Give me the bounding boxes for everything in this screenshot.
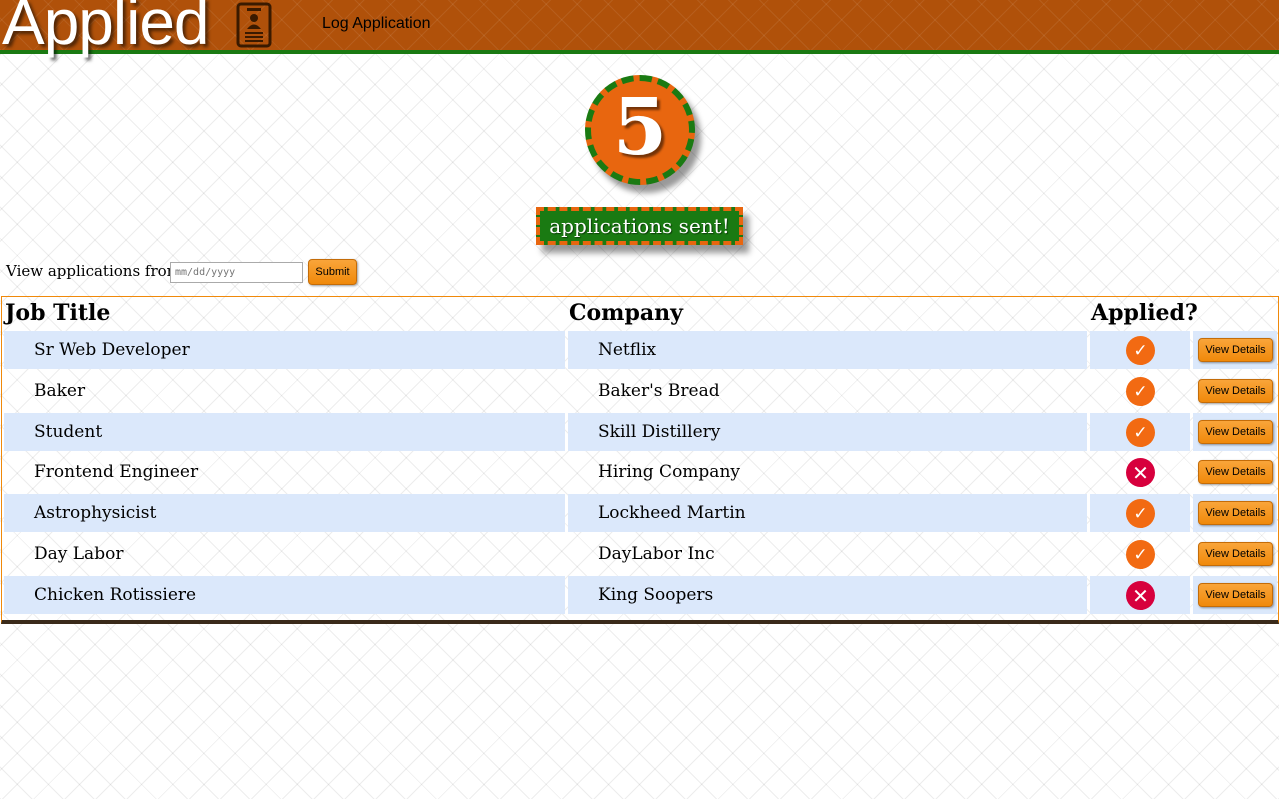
- view-details-button[interactable]: View Details: [1198, 542, 1273, 566]
- job-title-cell: Day Labor: [34, 544, 124, 564]
- filter-label: View applications from:: [6, 262, 186, 280]
- check-icon: ✓: [1126, 418, 1155, 447]
- applied-cell: ✓: [1090, 331, 1190, 369]
- company-cell: Netflix: [568, 331, 1087, 369]
- x-icon: ✕: [1126, 458, 1155, 487]
- company-cell: DayLabor Inc: [598, 544, 715, 564]
- sent-banner: applications sent!: [536, 207, 743, 245]
- company-cell: Hiring Company: [598, 462, 740, 482]
- company-cell: Baker's Bread: [598, 381, 720, 401]
- table-row: Baker Baker's Bread ✓ View Details: [2, 372, 1278, 410]
- applications-table: Job Title Company Applied? Sr Web Develo…: [1, 296, 1279, 624]
- view-details-button[interactable]: View Details: [1198, 338, 1273, 362]
- applied-cell: ✕: [1090, 453, 1190, 491]
- brand-logo[interactable]: Applied: [2, 0, 209, 54]
- action-cell: View Details: [1193, 494, 1277, 532]
- date-input[interactable]: [170, 262, 303, 283]
- table-row: Sr Web Developer Netflix ✓ View Details: [2, 331, 1278, 369]
- x-icon: ✕: [1126, 581, 1155, 610]
- table-row: Chicken Rotissiere King Soopers ✕ View Deta…: [2, 576, 1278, 614]
- applied-cell: ✓: [1090, 535, 1190, 573]
- job-title-cell: Student: [4, 413, 565, 451]
- view-details-button[interactable]: View Details: [1198, 501, 1273, 525]
- header-applied: Applied?: [1091, 300, 1198, 326]
- applied-cell: ✕: [1090, 576, 1190, 614]
- company-cell: Skill Distillery: [568, 413, 1087, 451]
- application-count: 5: [612, 82, 668, 173]
- action-cell: View Details: [1193, 331, 1277, 369]
- job-title-cell: Sr Web Developer: [4, 331, 565, 369]
- job-title-cell: Frontend Engineer: [34, 462, 199, 482]
- applied-cell: ✓: [1090, 494, 1190, 532]
- log-application-link[interactable]: Log Application: [322, 15, 431, 33]
- table-row: Day Labor DayLabor Inc ✓ View Details: [2, 535, 1278, 573]
- check-icon: ✓: [1126, 540, 1155, 569]
- check-icon: ✓: [1126, 499, 1155, 528]
- company-cell: Lockheed Martin: [568, 494, 1087, 532]
- header-job-title: Job Title: [5, 300, 111, 326]
- table-row: Astrophysicist Lockheed Martin ✓ View Detai…: [2, 494, 1278, 532]
- sent-banner-text: applications sent!: [549, 214, 730, 238]
- job-title-cell: Baker: [34, 381, 86, 401]
- action-cell: View Details: [1193, 535, 1277, 573]
- action-cell: View Details: [1193, 453, 1277, 491]
- applied-cell: ✓: [1090, 413, 1190, 451]
- action-cell: View Details: [1193, 576, 1277, 614]
- job-title-cell: Chicken Rotissiere: [4, 576, 565, 614]
- applied-cell: ✓: [1090, 372, 1190, 410]
- check-icon: ✓: [1126, 336, 1155, 365]
- view-details-button[interactable]: View Details: [1198, 583, 1273, 607]
- action-cell: View Details: [1193, 372, 1277, 410]
- application-count-badge: 5: [585, 75, 695, 185]
- view-details-button[interactable]: View Details: [1198, 460, 1273, 484]
- header-company: Company: [569, 300, 683, 326]
- table-row: Frontend Engineer Hiring Company ✕ View Det…: [2, 453, 1278, 491]
- action-cell: View Details: [1193, 413, 1277, 451]
- check-icon: ✓: [1126, 377, 1155, 406]
- table-row: Student Skill Distillery ✓ View Details: [2, 413, 1278, 451]
- top-navbar: Applied Log Application: [0, 0, 1279, 54]
- submit-button[interactable]: Submit: [308, 259, 357, 285]
- id-badge-icon: [236, 2, 272, 48]
- view-details-button[interactable]: View Details: [1198, 379, 1273, 403]
- job-title-cell: Astrophysicist: [4, 494, 565, 532]
- view-details-button[interactable]: View Details: [1198, 420, 1273, 444]
- company-cell: King Soopers: [568, 576, 1087, 614]
